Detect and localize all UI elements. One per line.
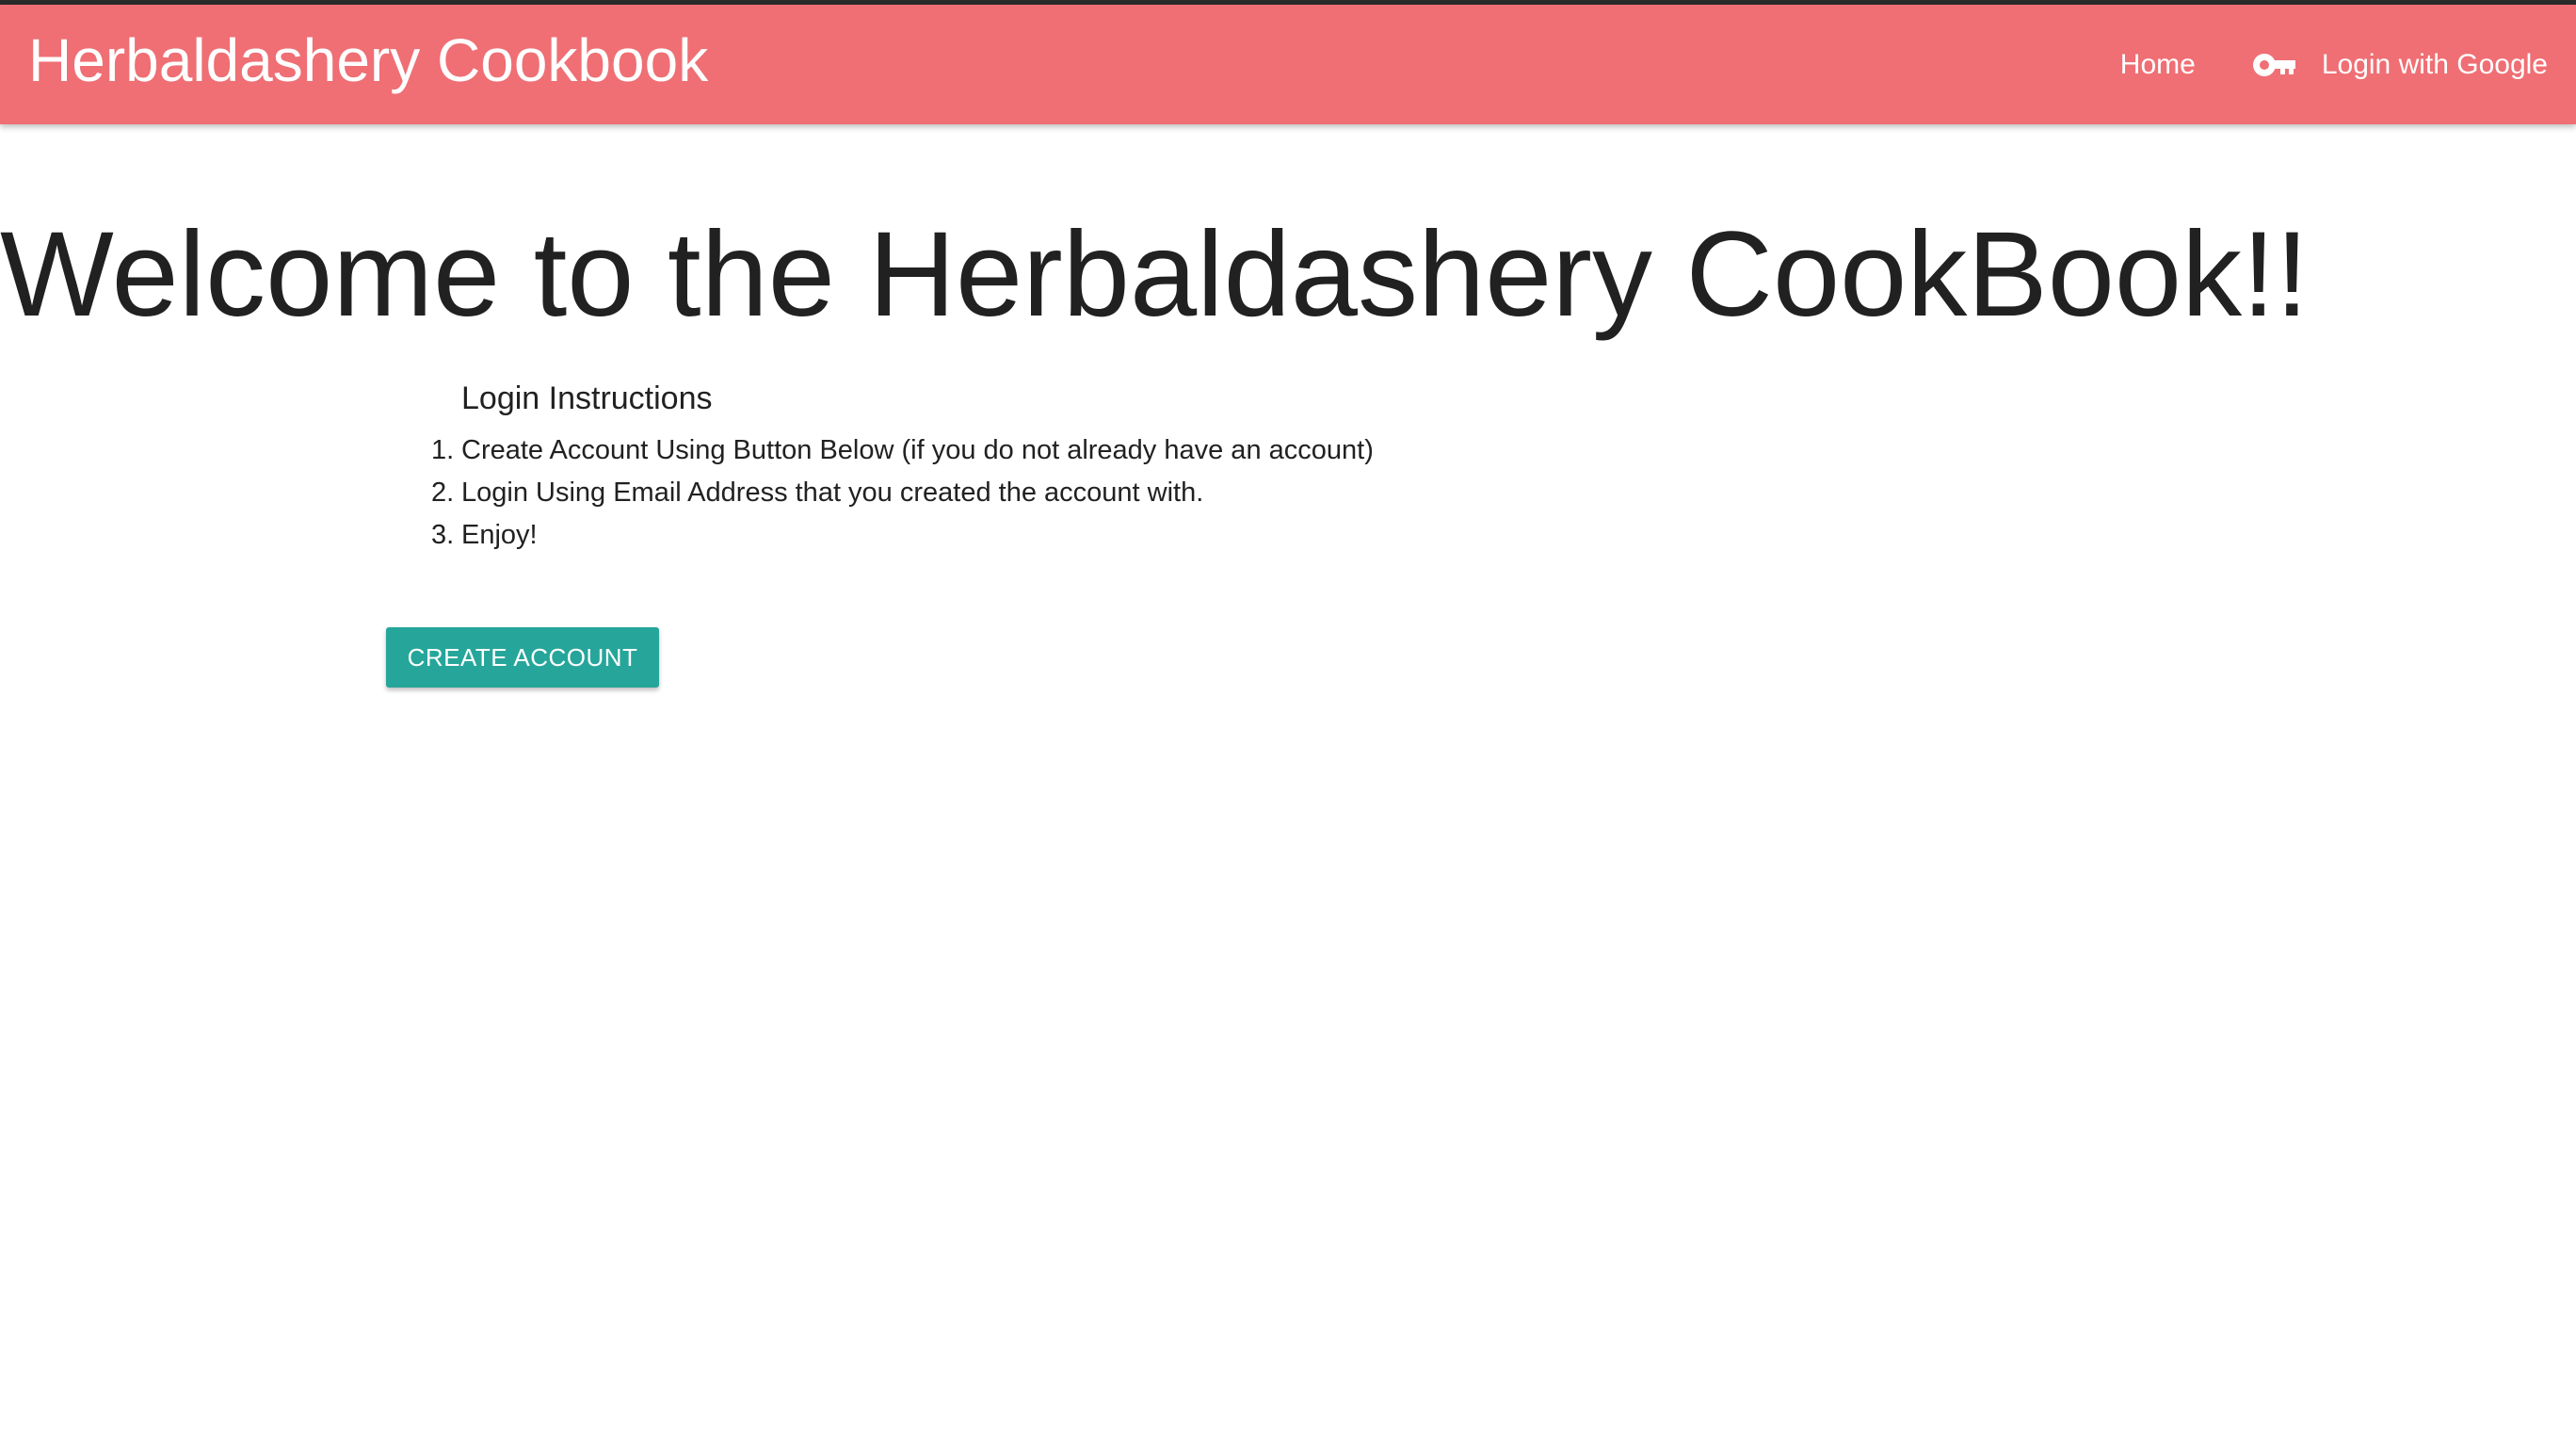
step-number: 1. [431, 435, 455, 465]
step-number: 3. [431, 520, 455, 550]
top-navbar: Herbaldashery Cookbook Home Login with G… [0, 5, 2576, 124]
nav-home-link[interactable]: Home [2120, 49, 2196, 81]
step-number: 2. [431, 478, 455, 508]
step-text: Login Using Email Address that you creat… [461, 478, 1204, 508]
create-account-button[interactable]: CREATE ACCOUNT [386, 627, 659, 688]
instruction-step: 2. Login Using Email Address that you cr… [431, 472, 1374, 514]
welcome-heading: Welcome to the Herbaldashery CookBook!! [0, 207, 2310, 342]
instruction-step: 3. Enjoy! [431, 514, 1374, 557]
login-instructions-list: 1. Create Account Using Button Below (if… [431, 429, 1374, 557]
login-with-google-link[interactable]: Login with Google [2252, 49, 2548, 81]
nav-links: Home Login with Google [2120, 5, 2548, 124]
brand-logo[interactable]: Herbaldashery Cookbook [28, 30, 708, 90]
login-with-google-label: Login with Google [2321, 48, 2548, 80]
key-icon [2252, 53, 2295, 76]
step-text: Enjoy! [461, 520, 538, 550]
instruction-step: 1. Create Account Using Button Below (if… [431, 429, 1374, 472]
login-instructions-title: Login Instructions [461, 380, 713, 416]
step-text: Create Account Using Button Below (if yo… [461, 435, 1374, 465]
